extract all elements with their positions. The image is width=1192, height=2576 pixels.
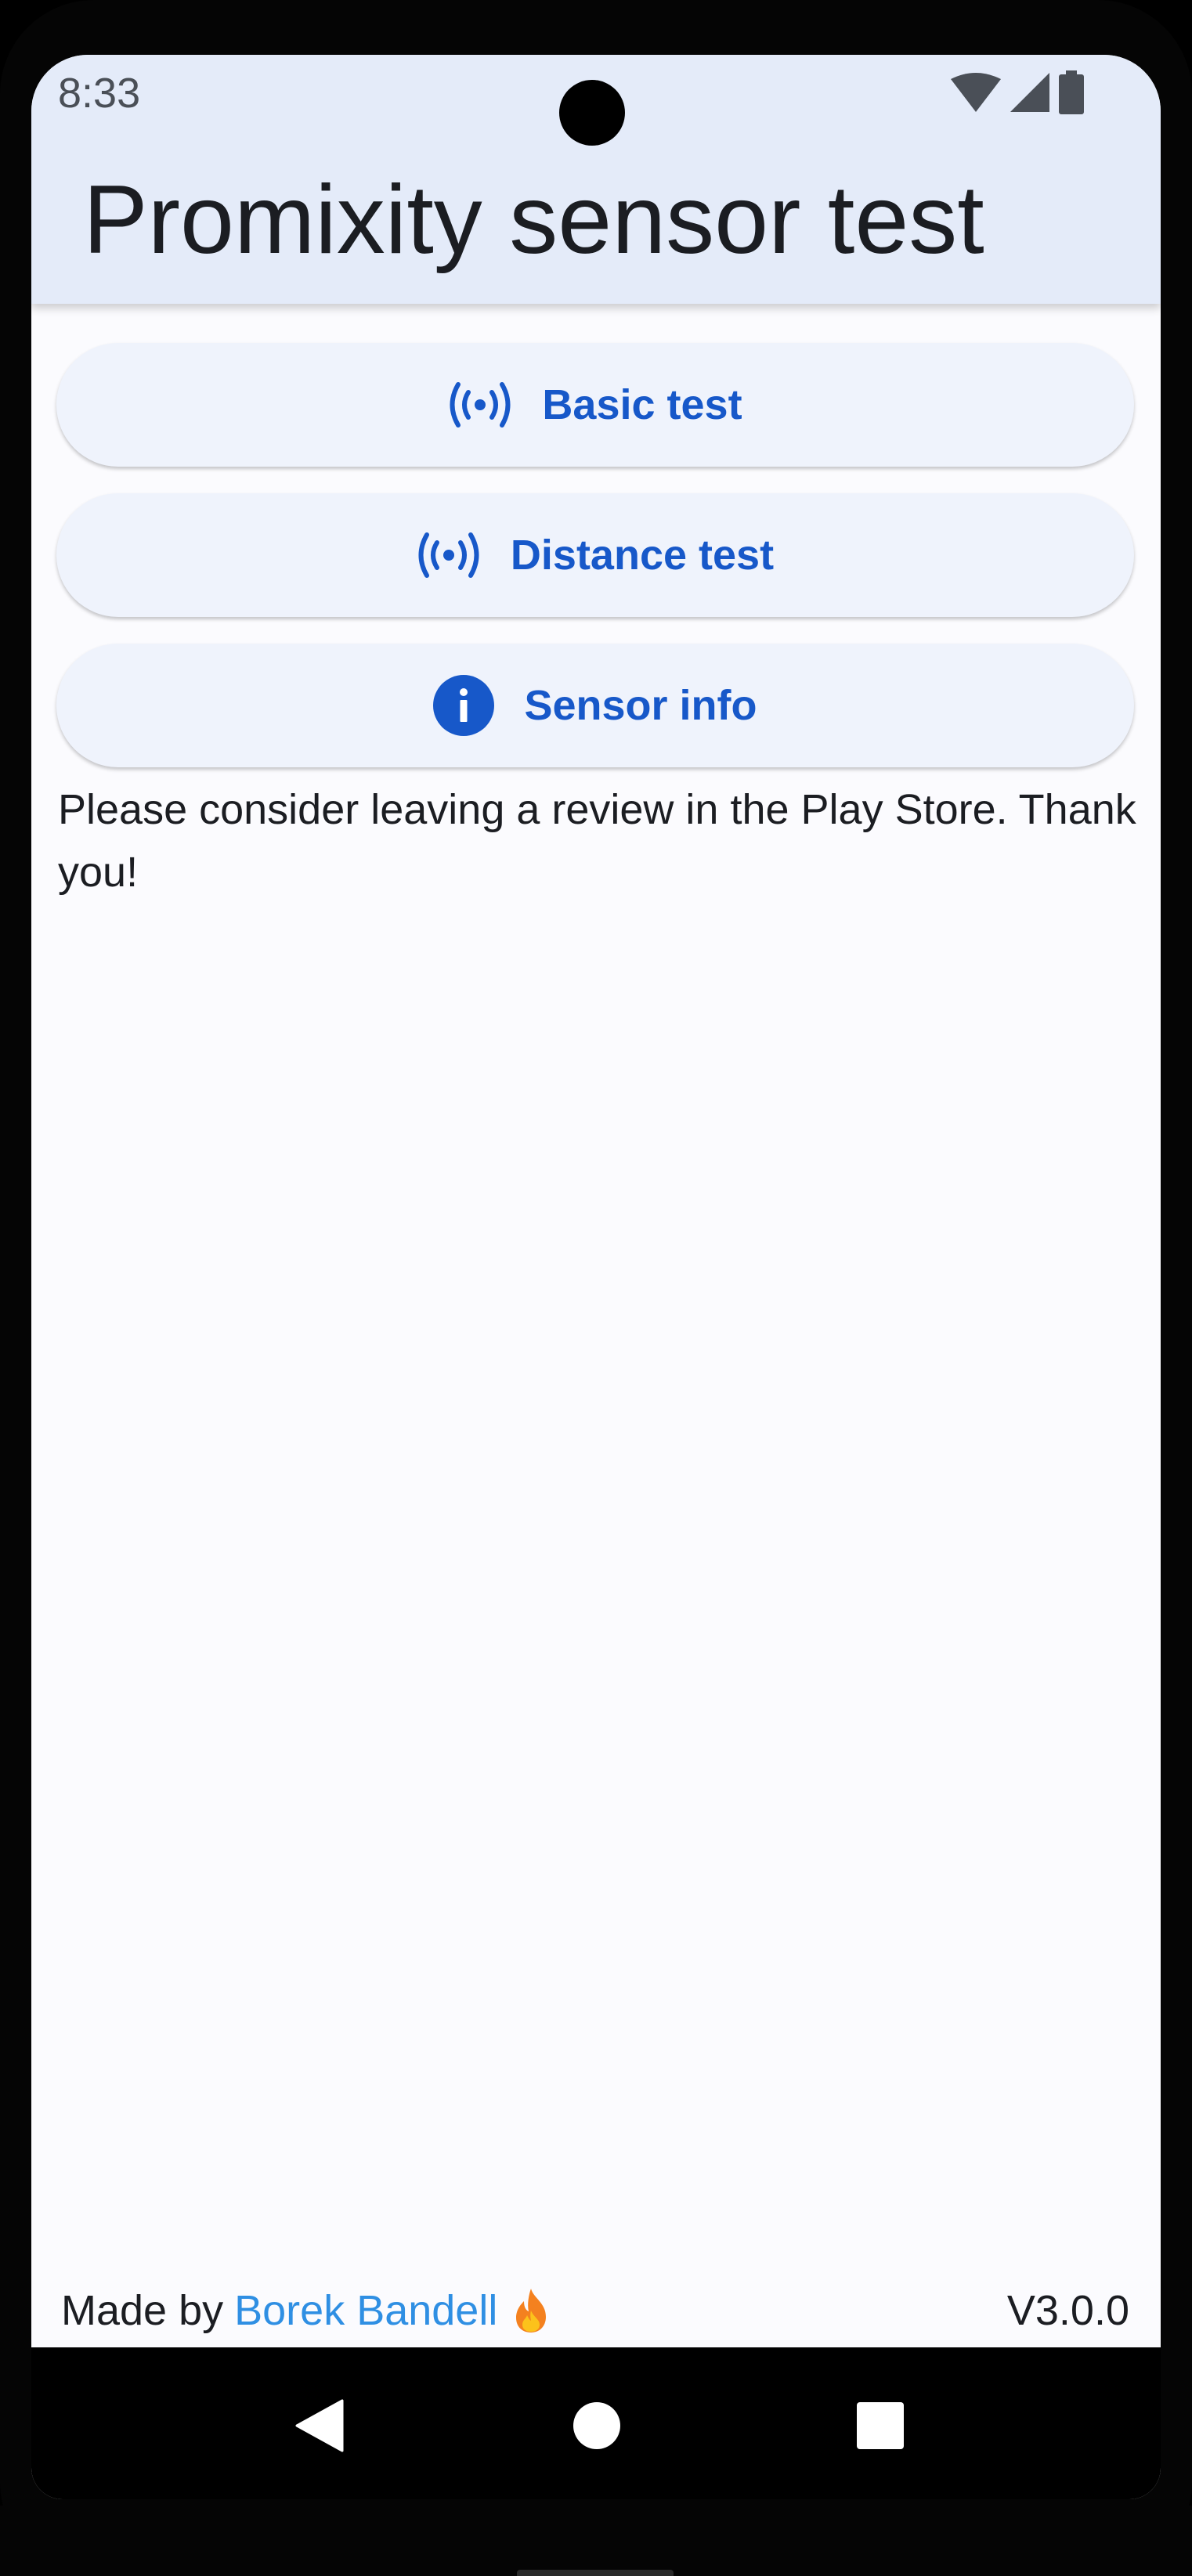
status-time: 8:33 [58,70,141,117]
fire-icon [510,2287,552,2334]
home-icon[interactable] [565,2394,628,2457]
distance-test-label: Distance test [510,532,775,579]
info-icon [433,675,495,736]
status-icons [951,70,1084,117]
distance-test-button[interactable]: Distance test [56,493,1134,617]
sensor-info-button[interactable]: Sensor info [56,644,1134,767]
navigation-bar [31,2347,1161,2499]
back-icon[interactable] [288,2394,351,2457]
app-version: V3.0.0 [1006,2287,1129,2334]
made-by-label: Made by [61,2287,224,2334]
basic-test-label: Basic test [542,381,742,428]
basic-test-button[interactable]: Basic test [56,343,1134,467]
camera-cutout [559,80,625,146]
speaker-grille [517,2570,674,2576]
screen: 8:33 Promixity sensor test Basic test Di… [31,55,1161,2499]
signal-icon [1010,72,1049,116]
review-note: Please consider leaving a review in the … [58,786,1136,896]
recents-icon[interactable] [849,2394,912,2457]
footer-credit: Made by Borek Bandell [61,2286,552,2335]
phone-frame: 8:33 Promixity sensor test Basic test Di… [0,0,1192,2576]
author-link[interactable]: Borek Bandell [234,2286,497,2335]
battery-icon [1059,70,1084,118]
top-app-bar: 8:33 Promixity sensor test [31,55,1161,304]
sensor-info-label: Sensor info [524,682,757,729]
page-title: Promixity sensor test [83,166,984,274]
wifi-icon [951,72,1001,116]
sensor-waves-icon [417,532,481,579]
bottom-bezel [0,2506,1192,2576]
sensor-waves-icon [448,381,512,428]
